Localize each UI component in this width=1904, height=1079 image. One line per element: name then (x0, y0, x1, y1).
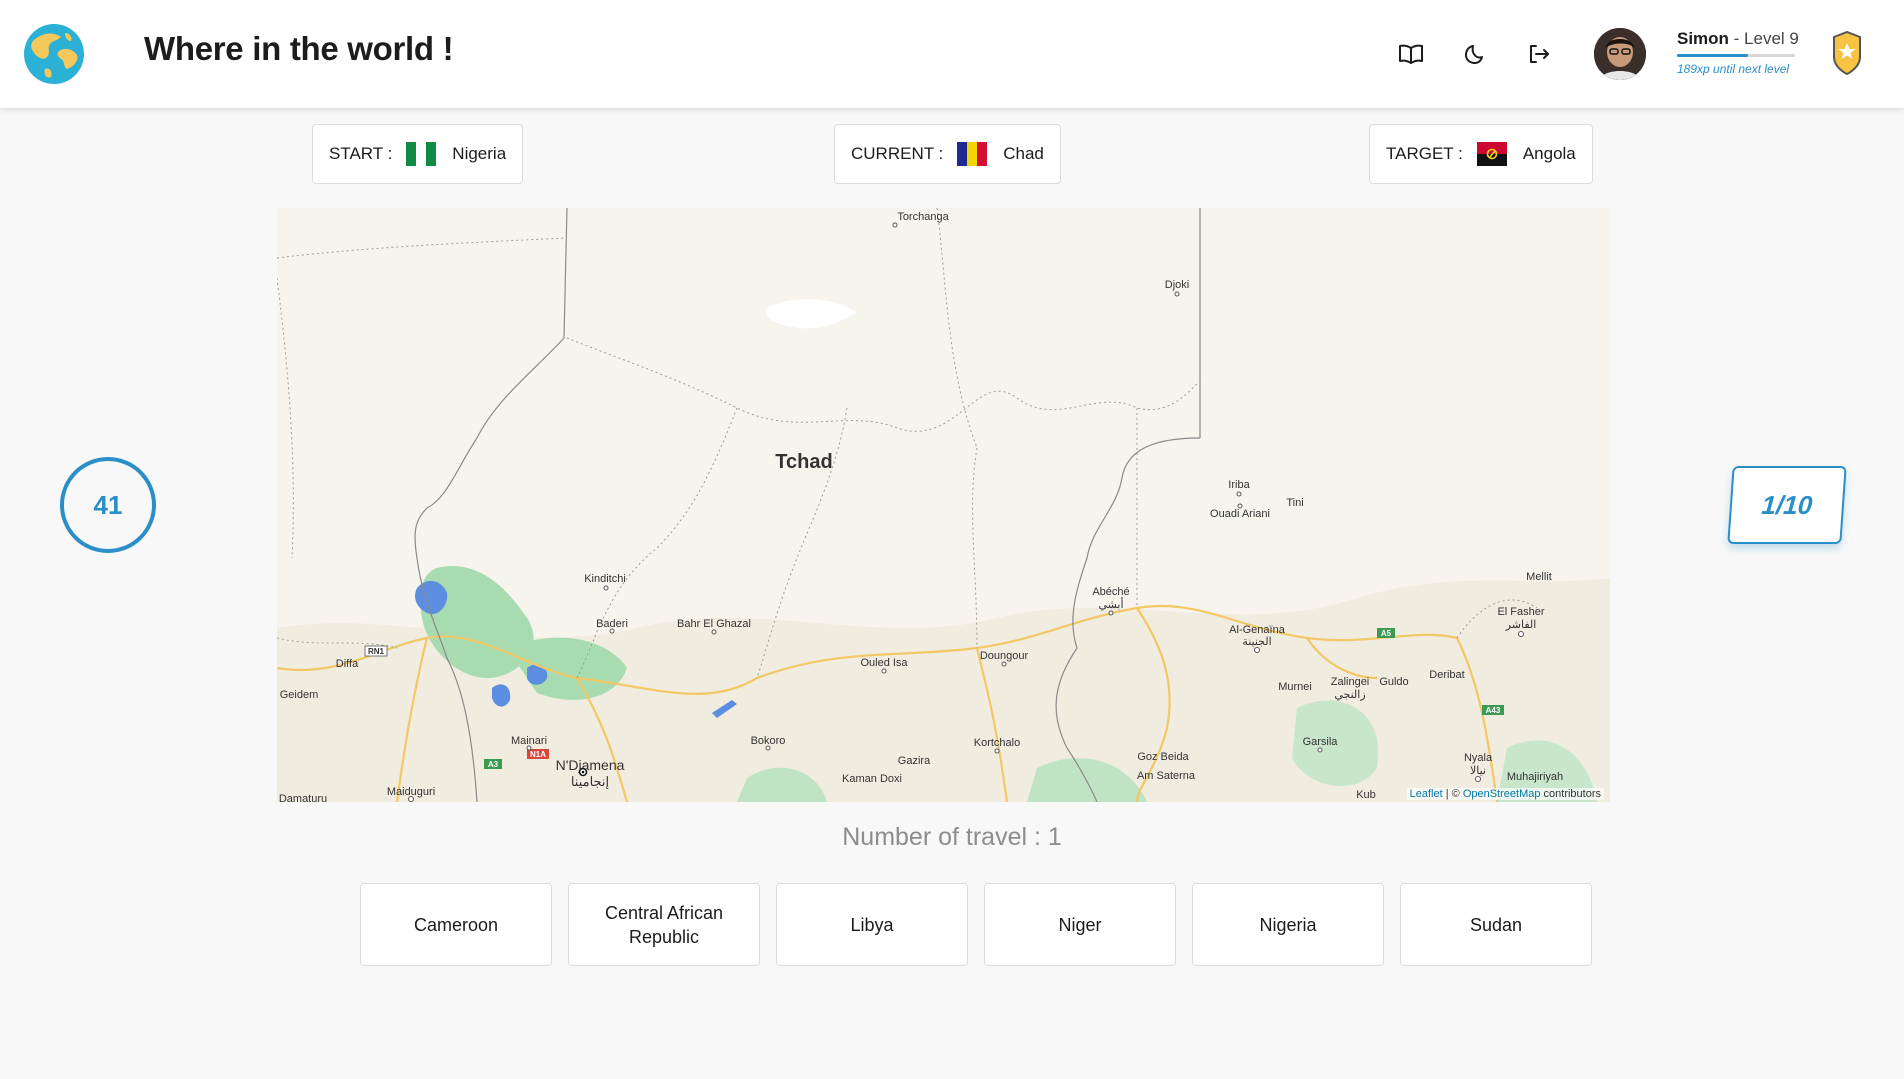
round-counter: 1/10 (1727, 466, 1847, 544)
map-place-am-saterna: Am Saterna (1137, 770, 1196, 782)
map-place-mellit: Mellit (1526, 571, 1552, 583)
map-place-nyala: Nyala (1464, 752, 1493, 764)
target-country-name: Angola (1522, 144, 1576, 163)
map-place-goz-beida: Goz Beida (1137, 751, 1189, 763)
nigeria-flag-icon (406, 142, 437, 166)
map-place-muhajiriyah: Muhajiriyah (1507, 771, 1563, 783)
app-header: Where in the world ! Simon - Level 9 189… (0, 0, 1904, 108)
map-country-label: Tchad (775, 451, 832, 473)
choice-button-nigeria[interactable]: Nigeria (1192, 883, 1384, 966)
map-place-kub: Kub (1356, 789, 1376, 801)
user-name-level: Simon - Level 9 (1677, 29, 1827, 49)
map-place-iriba: Iriba (1228, 479, 1250, 491)
map-place-garsila: Garsila (1303, 736, 1339, 748)
map-place-ouadi-ariani: Ouadi Ariani (1210, 508, 1270, 520)
chad-flag-icon (957, 142, 988, 166)
map-place-gazira: Gazira (898, 755, 931, 767)
map-place-ouled-isa: Ouled Isa (860, 657, 908, 669)
map-place-kaman-doxi: Kaman Doxi (842, 773, 902, 785)
map-place-nyala-ar: نيالا (1470, 765, 1486, 777)
map-place-bokoro: Bokoro (751, 735, 786, 747)
map-place-mainari: Mainari (511, 735, 547, 747)
logout-button[interactable] (1523, 38, 1555, 70)
map-place-geidem: Geidem (280, 689, 319, 701)
capital-marker-dot (581, 770, 585, 774)
map-place-djoki: Djoki (1165, 279, 1189, 291)
start-country-name: Nigeria (452, 144, 507, 163)
leaflet-link[interactable]: Leaflet (1410, 788, 1443, 800)
countdown-timer: 41 (60, 457, 156, 553)
user-level: - Level 9 (1728, 29, 1799, 48)
xp-progress-fill (1677, 54, 1748, 57)
logout-icon (1530, 45, 1549, 63)
map-place-deribat: Deribat (1429, 669, 1464, 681)
choice-button-libya[interactable]: Libya (776, 883, 968, 966)
map-place-al-genaina: Al-Genaïna (1229, 624, 1286, 636)
map-place-murnei: Murnei (1278, 681, 1312, 693)
map-place-tini: Tini (1286, 497, 1303, 509)
travel-count: Number of travel : 1 (842, 823, 1062, 851)
map-place-abeche-ar: أبشي (1098, 597, 1123, 611)
start-country-card: START : Nigeria (312, 124, 524, 184)
map-place-ndjamena-ar: إنجامينا (571, 774, 609, 790)
map-place-torchanga: Torchanga (897, 211, 949, 223)
map-place-guldo: Guldo (1379, 676, 1408, 688)
road-shield-a3: A3 (488, 760, 499, 769)
start-label: START : (329, 144, 393, 163)
map-place-baderi: Baderi (596, 618, 628, 630)
current-label: CURRENT : (851, 144, 944, 163)
choice-button-sudan[interactable]: Sudan (1400, 883, 1592, 966)
user-avatar[interactable] (1594, 28, 1646, 80)
attribution-separator: | © (1442, 788, 1463, 800)
globe-logo-icon[interactable] (23, 23, 85, 85)
choice-button-central-african-republic[interactable]: Central African Republic (568, 883, 760, 966)
road-shield-n1a: N1A (530, 750, 546, 759)
angola-flag-icon (1476, 142, 1507, 166)
map-canvas: Tchad Torchanga Djoki Iriba Tini Ouadi A… (277, 208, 1610, 802)
current-country-card: CURRENT : Chad (834, 124, 1061, 184)
book-icon (1399, 44, 1423, 64)
target-label: TARGET : (1386, 144, 1463, 163)
map-place-al-genaina-ar: الجنينة (1242, 636, 1271, 648)
xp-note: 189xp until next level (1677, 62, 1790, 76)
user-name: Simon (1677, 29, 1729, 48)
map-place-diffa: Diffa (336, 658, 359, 670)
avatar-portrait (1594, 28, 1646, 80)
choice-button-niger[interactable]: Niger (984, 883, 1176, 966)
app-title: Where in the world ! (144, 30, 454, 67)
choice-button-cameroon[interactable]: Cameroon (360, 883, 552, 966)
map-place-zalingei-ar: زالنجي (1334, 689, 1365, 701)
road-shield-rn1: RN1 (368, 647, 385, 656)
road-shield-a43: A43 (1486, 706, 1501, 715)
road-shield-a5: A5 (1381, 629, 1392, 638)
target-country-card: TARGET : Angola (1369, 124, 1593, 184)
dark-mode-toggle[interactable] (1459, 38, 1491, 70)
country-map[interactable]: Tchad Torchanga Djoki Iriba Tini Ouadi A… (277, 208, 1610, 802)
current-country-name: Chad (1003, 144, 1044, 163)
rules-book-button[interactable] (1395, 38, 1427, 70)
osm-link[interactable]: OpenStreetMap (1463, 788, 1541, 800)
map-place-kortchalo: Kortchalo (974, 737, 1020, 749)
map-place-doungour: Doungour (980, 650, 1029, 662)
map-place-el-fasher: El Fasher (1497, 606, 1544, 618)
desert-patch (765, 298, 857, 329)
user-info: Simon - Level 9 189xp until next level (1677, 29, 1827, 76)
map-place-ndjamena: N'Djamena (556, 757, 625, 773)
map-place-el-fasher-ar: الفاشر (1505, 619, 1537, 631)
level-badge-icon[interactable] (1832, 31, 1862, 75)
xp-progress-bar (1677, 54, 1795, 57)
map-place-kinditchi: Kinditchi (584, 573, 626, 585)
moon-icon (1465, 45, 1483, 64)
map-place-zalingei: Zalingei (1331, 676, 1370, 688)
map-place-bahr-el-ghazal: Bahr El Ghazal (677, 618, 751, 630)
map-attribution: Leaflet | © OpenStreetMap contributors (1406, 788, 1604, 800)
map-place-abeche: Abéché (1092, 586, 1129, 598)
map-place-damaturu: Damaturu (279, 793, 327, 802)
attribution-suffix: contributors (1540, 788, 1601, 800)
